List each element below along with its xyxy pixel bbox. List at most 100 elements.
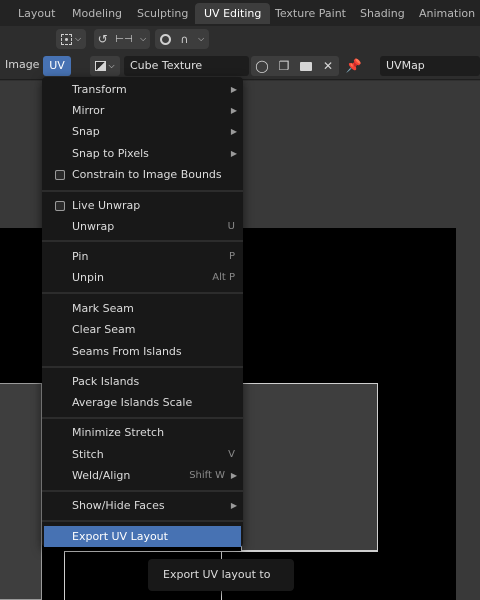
uv-menu-button[interactable]: UV <box>43 56 71 76</box>
uv-face <box>241 383 378 551</box>
tab-animation[interactable]: Animation <box>410 3 480 24</box>
submenu-arrow-icon: ▶ <box>230 106 237 115</box>
menu-item-mirror[interactable]: Mirror ▶ <box>44 100 241 121</box>
menu-separator <box>42 490 243 492</box>
image-icon <box>95 61 107 71</box>
menu-item-show-hide-faces[interactable]: Show/Hide Faces ▶ <box>44 495 241 516</box>
sync-selection-icon: ↺ <box>97 32 108 46</box>
snap-icon: ⊢⊣ <box>115 33 133 45</box>
submenu-arrow-icon: ▶ <box>230 149 237 158</box>
tab-texture-paint[interactable]: Texture Paint <box>266 3 355 24</box>
menu-item-clear-seam[interactable]: Clear Seam <box>44 319 241 340</box>
menu-item-label: Unpin <box>72 271 105 284</box>
fake-user-button[interactable]: ◯ <box>251 56 273 76</box>
menu-item-constrain-to-image-bounds[interactable]: Constrain to Image Bounds <box>44 164 241 185</box>
uv-edge <box>64 551 65 600</box>
submenu-arrow-icon: ▶ <box>230 127 237 136</box>
menu-item-stitch[interactable]: Stitch V <box>44 444 241 465</box>
menu-item-export-uv-layout[interactable]: Export UV Layout <box>44 526 241 547</box>
tab-layout[interactable]: Layout <box>9 3 64 24</box>
image-menu[interactable]: Image <box>5 58 39 71</box>
menu-item-average-islands-scale[interactable]: Average Islands Scale <box>44 392 241 413</box>
menu-item-label: Mirror <box>72 104 105 117</box>
menu-separator <box>42 240 243 242</box>
chevron-down-icon: ⌵ <box>74 34 82 43</box>
uv-map-field[interactable]: UVMap <box>380 56 480 76</box>
proportional-group[interactable]: ∩ ⌵ <box>155 29 209 49</box>
menu-item-label: Mark Seam <box>72 302 134 315</box>
menu-item-weld-align[interactable]: Weld/Align Shift W ▶ <box>44 465 241 486</box>
menu-item-minimize-stretch[interactable]: Minimize Stretch <box>44 422 241 443</box>
submenu-arrow-icon: ▶ <box>230 501 237 510</box>
menu-separator <box>42 417 243 419</box>
shortcut-label: P <box>228 251 235 262</box>
menu-separator <box>42 190 243 192</box>
image-name-field[interactable]: Cube Texture <box>124 56 249 76</box>
menu-separator <box>42 366 243 368</box>
chevron-down-icon: ⌵ <box>198 34 205 43</box>
open-image-button[interactable] <box>295 56 317 76</box>
menu-item-unwrap[interactable]: Unwrap U <box>44 216 241 237</box>
menu-item-snap-to-pixels[interactable]: Snap to Pixels ▶ <box>44 143 241 164</box>
image-browse-button[interactable]: ⌵ <box>90 56 120 76</box>
folder-icon <box>300 61 312 71</box>
menu-item-label: Export UV Layout <box>72 530 168 543</box>
falloff-icon: ∩ <box>180 32 189 46</box>
menu-item-label: Transform <box>72 83 127 96</box>
shortcut-label: Alt P <box>212 272 235 283</box>
proportional-edit-icon <box>159 33 171 45</box>
tab-uv-editing[interactable]: UV Editing <box>195 3 271 24</box>
chevron-down-icon: ⌵ <box>108 61 115 70</box>
menu-separator <box>42 520 243 522</box>
menu-item-unpin[interactable]: Unpin Alt P <box>44 267 241 288</box>
shield-icon: ◯ <box>255 59 269 73</box>
pin-icon: 📌 <box>345 58 363 74</box>
shortcut-label: V <box>228 449 235 460</box>
menu-item-snap[interactable]: Snap ▶ <box>44 121 241 142</box>
pivot-dropdown[interactable]: ⌵ <box>56 29 86 49</box>
menu-item-label: Snap to Pixels <box>72 147 149 160</box>
uv-dropdown-menu: Transform ▶ Mirror ▶ Snap ▶ Snap to Pixels ▶… <box>42 77 243 547</box>
shortcut-label: Shift W <box>189 470 225 481</box>
menu-item-label: Weld/Align <box>72 469 131 482</box>
menu-item-label: Show/Hide Faces <box>72 499 165 512</box>
pin-button[interactable]: 📌 <box>343 56 365 76</box>
menu-item-label: Constrain to Image Bounds <box>72 168 222 181</box>
menu-item-mark-seam[interactable]: Mark Seam <box>44 298 241 319</box>
menu-item-label: Seams From Islands <box>72 345 182 358</box>
checkbox[interactable] <box>55 170 65 180</box>
menu-item-label: Snap <box>72 125 100 138</box>
menu-item-label: Average Islands Scale <box>72 396 193 409</box>
close-icon: ✕ <box>322 59 334 73</box>
uv-editor-header: Image UV ⌵ Cube Texture ◯ ❐ ✕ 📌 UVMap <box>0 52 480 80</box>
menu-item-label: Stitch <box>72 448 104 461</box>
menu-item-seams-from-islands[interactable]: Seams From Islands <box>44 341 241 362</box>
menu-item-live-unwrap[interactable]: Live Unwrap <box>44 195 241 216</box>
uv-face <box>0 383 42 600</box>
submenu-arrow-icon: ▶ <box>230 471 237 480</box>
menu-item-label: Pack Islands <box>72 375 140 388</box>
menu-item-label: Clear Seam <box>72 323 136 336</box>
snap-group[interactable]: ↺ ⊢⊣ ⌵ <box>94 29 150 49</box>
unlink-image-button[interactable]: ✕ <box>317 56 339 76</box>
pivot-icon <box>60 33 72 45</box>
new-image-button[interactable]: ❐ <box>273 56 295 76</box>
menu-item-label: Unwrap <box>72 220 115 233</box>
menu-item-label: Pin <box>72 250 89 263</box>
menu-item-transform[interactable]: Transform ▶ <box>44 79 241 100</box>
tab-shading[interactable]: Shading <box>351 3 414 24</box>
shortcut-label: U <box>227 221 235 232</box>
menu-item-pack-islands[interactable]: Pack Islands <box>44 371 241 392</box>
submenu-arrow-icon: ▶ <box>230 85 237 94</box>
tool-settings-bar: ⌵ ↺ ⊢⊣ ⌵ ∩ ⌵ <box>0 26 480 52</box>
chevron-down-icon: ⌵ <box>140 34 147 43</box>
duplicate-icon: ❐ <box>278 59 290 73</box>
tab-sculpting[interactable]: Sculpting <box>128 3 197 24</box>
menu-item-label: Live Unwrap <box>72 199 141 212</box>
workspace-tabbar: Layout Modeling Sculpting UV Editing Tex… <box>0 0 480 26</box>
menu-item-pin[interactable]: Pin P <box>44 246 241 267</box>
tooltip: Export UV layout to file. <box>148 559 294 591</box>
tab-modeling[interactable]: Modeling <box>63 3 131 24</box>
checkbox[interactable] <box>55 201 65 211</box>
uv-edge <box>64 551 378 552</box>
